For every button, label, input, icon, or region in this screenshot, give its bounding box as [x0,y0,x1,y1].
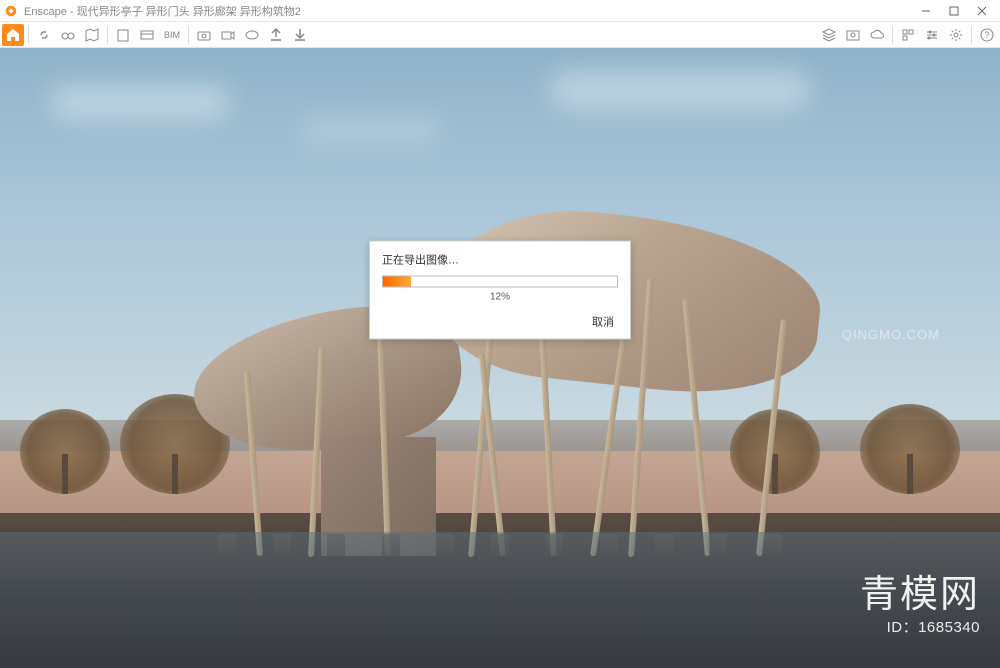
progress-label: 12% [382,291,618,302]
link-button[interactable] [33,24,55,46]
cancel-button[interactable]: 取消 [588,314,618,330]
panorama-button[interactable] [241,24,263,46]
export-button[interactable] [265,24,287,46]
camera-button[interactable] [193,24,215,46]
window-controls [912,1,996,21]
close-button[interactable] [968,1,996,21]
progress-fill [383,276,411,286]
title-bar: Enscape - 现代异形亭子 异形门头 异形廊架 异形构筑物2 [0,0,1000,22]
building-button[interactable] [112,24,134,46]
svg-text:?: ? [984,30,989,40]
visual-settings-button[interactable] [921,24,943,46]
download-button[interactable] [289,24,311,46]
minimize-button[interactable] [912,1,940,21]
assets-button[interactable] [897,24,919,46]
app-icon [4,4,18,18]
movie-button[interactable] [136,24,158,46]
viewport[interactable]: 正在导出图像… 12% 取消 QINGMO.COM 青模网 ID：1685340 [0,48,1000,668]
maximize-button[interactable] [940,1,968,21]
binoculars-button[interactable] [57,24,79,46]
video-button[interactable] [217,24,239,46]
home-button[interactable] [2,24,24,46]
dialog-title: 正在导出图像… [382,251,618,267]
screenshot-button[interactable] [842,24,864,46]
toolbar: BIM [0,22,1000,48]
layers-button[interactable] [818,24,840,46]
export-dialog: 正在导出图像… 12% 取消 [369,240,631,339]
window-title: Enscape - 现代异形亭子 异形门头 异形廊架 异形构筑物2 [24,3,912,19]
cloud-button[interactable] [866,24,888,46]
help-button[interactable]: ? [976,24,998,46]
map-button[interactable] [81,24,103,46]
bim-label: BIM [160,30,184,40]
render-scene [0,48,1000,668]
settings-button[interactable] [945,24,967,46]
progress-bar [382,275,618,287]
